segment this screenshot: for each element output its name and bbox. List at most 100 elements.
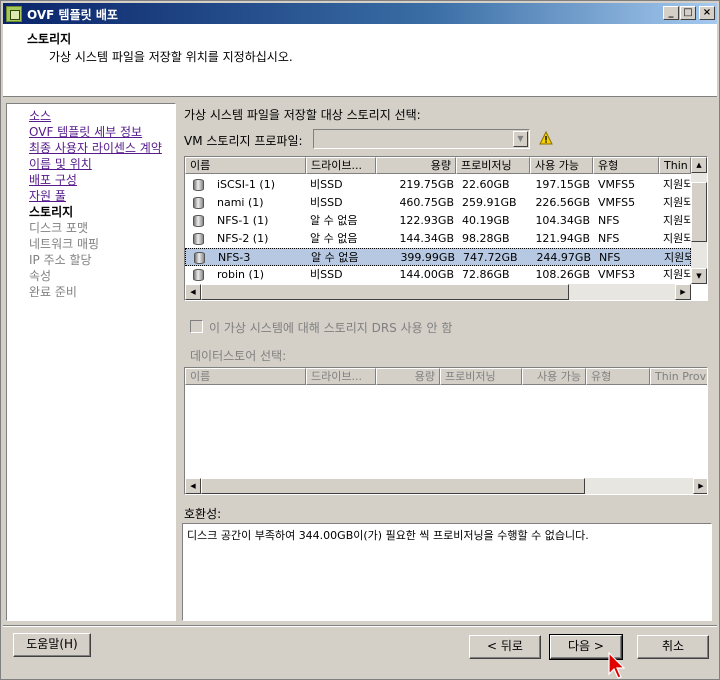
col-header-capacity[interactable]: 용량 (376, 368, 440, 385)
scroll-down-icon[interactable]: ▼ (691, 268, 707, 284)
cell-type: NFS (599, 251, 621, 264)
nav-item-source[interactable]: 소스 (29, 107, 51, 124)
cell-free: 104.34GB (535, 214, 590, 227)
col-header-drive[interactable]: 드라이브... (306, 157, 376, 174)
chevron-down-icon[interactable]: ▼ (513, 131, 528, 147)
scroll-left-icon[interactable]: ◀ (185, 284, 201, 300)
header-panel: 스토리지 가상 시스템 파일을 저장할 위치를 지정하십시오. (3, 24, 717, 97)
cell-provisioned: 72.86GB (462, 268, 510, 281)
table-row[interactable]: NFS-2 (1) 알 수 없음 144.34GB 98.28GB 121.94… (185, 230, 691, 248)
back-button[interactable]: < 뒤로 (469, 635, 541, 659)
cell-type: VMFS5 (598, 178, 636, 191)
disable-sdrs-label: 이 가상 시스템에 대해 스토리지 DRS 사용 안 함 (209, 321, 453, 335)
col-header-free[interactable]: 사용 가능 (522, 368, 586, 385)
footer-divider (3, 625, 717, 627)
cell-drive: 알 수 없음 (311, 251, 359, 264)
storage-table-vscroll[interactable]: ▲ ▼ (691, 157, 707, 284)
nav-item-resource-pool[interactable]: 자원 풀 (29, 187, 66, 204)
cell-drive: 비SSD (310, 178, 343, 191)
compat-label: 호환성: (184, 507, 222, 521)
col-header-provisioned[interactable]: 프로비저닝 (440, 368, 522, 385)
nav-item-properties: 속성 (29, 269, 52, 283)
datastore-table-header: 이름 드라이브... 용량 프로비저닝 사용 가능 유형 Thin Provis (185, 368, 707, 385)
page-subtitle: 가상 시스템 파일을 저장할 위치를 지정하십시오. (49, 50, 293, 64)
cell-type: NFS (598, 214, 620, 227)
disable-sdrs-checkbox[interactable] (190, 320, 203, 333)
scroll-left-icon[interactable]: ◀ (185, 478, 201, 494)
cell-name: NFS-3 (218, 251, 251, 264)
help-button[interactable]: 도움말(H) (13, 633, 91, 657)
cell-thin: 지원되 (663, 214, 691, 227)
col-header-drive[interactable]: 드라이브... (306, 368, 376, 385)
col-header-type[interactable]: 유형 (593, 157, 659, 174)
title-bar[interactable]: OVF 템플릿 배포 _ □ × (3, 3, 717, 24)
datastore-table-hscroll[interactable]: ◀ ▶ (185, 478, 707, 494)
nav-item-name-location[interactable]: 이름 및 위치 (29, 155, 92, 172)
scroll-right-icon[interactable]: ▶ (693, 478, 707, 494)
datastore-icon (194, 252, 205, 264)
nav-item-ovf-details[interactable]: OVF 템플릿 세부 정보 (29, 123, 142, 140)
window-title: OVF 템플릿 배포 (27, 8, 118, 22)
nav-item-disk-format: 디스크 포맷 (29, 221, 89, 235)
cell-free: 226.56GB (535, 196, 590, 209)
nav-item-deploy-config[interactable]: 배포 구성 (29, 171, 77, 188)
datastore-icon (193, 269, 204, 281)
cell-free: 108.26GB (535, 268, 590, 281)
scroll-right-icon[interactable]: ▶ (675, 284, 691, 300)
nav-item-eula[interactable]: 최종 사용자 라이센스 계약 (29, 139, 162, 156)
col-header-free[interactable]: 사용 가능 (530, 157, 593, 174)
close-button[interactable]: × (699, 6, 715, 20)
warning-icon (539, 131, 553, 145)
mouse-cursor-icon (608, 652, 626, 679)
cell-name: NFS-1 (1) (217, 214, 269, 227)
cell-thin: 지원되 (663, 196, 691, 209)
table-row[interactable]: robin (1) 비SSD 144.00GB 72.86GB 108.26GB… (185, 266, 691, 284)
vm-profile-select[interactable]: ▼ (313, 129, 530, 149)
col-header-thin[interactable]: Thin P (659, 157, 691, 174)
table-row[interactable]: NFS-1 (1) 알 수 없음 122.93GB 40.19GB 104.34… (185, 212, 691, 230)
hscroll-thumb[interactable] (201, 478, 585, 494)
cell-thin: 지원되 (664, 251, 692, 264)
cell-free: 121.94GB (535, 232, 590, 245)
cell-type: VMFS3 (598, 268, 636, 281)
cell-thin: 지원되 (663, 232, 691, 245)
wizard-steps-nav: 소스 OVF 템플릿 세부 정보 최종 사용자 라이센스 계약 이름 및 위치 … (6, 103, 176, 621)
cell-type: NFS (598, 232, 620, 245)
cell-capacity: 122.93GB (399, 214, 454, 227)
compat-message: 디스크 공간이 부족하여 344.00GB이(가) 필요한 씩 프로비저닝을 수… (182, 523, 712, 621)
cell-free: 244.97GB (536, 251, 591, 264)
cell-drive: 비SSD (310, 268, 343, 281)
ovf-deploy-window: OVF 템플릿 배포 _ □ × 스토리지 가상 시스템 파일을 저장할 위치를… (0, 0, 720, 680)
cell-thin: 지원되 (663, 178, 691, 191)
scroll-up-icon[interactable]: ▲ (691, 157, 707, 173)
cell-capacity: 144.34GB (399, 232, 454, 245)
minimize-button[interactable]: _ (663, 6, 679, 20)
col-header-provisioned[interactable]: 프로비저닝 (456, 157, 530, 174)
cell-name: robin (1) (217, 268, 265, 281)
datastore-icon (193, 215, 204, 227)
col-header-type[interactable]: 유형 (586, 368, 650, 385)
cell-drive: 알 수 없음 (310, 214, 358, 227)
col-header-capacity[interactable]: 용량 (376, 157, 456, 174)
table-row[interactable]: nami (1) 비SSD 460.75GB 259.91GB 226.56GB… (185, 194, 691, 212)
nav-item-network-mapping: 네트워크 매핑 (29, 237, 100, 251)
page-title: 스토리지 (27, 32, 72, 46)
table-row-selected[interactable]: NFS-3 알 수 없음 399.99GB 747.72GB 244.97GB … (185, 248, 692, 266)
cancel-button[interactable]: 취소 (637, 635, 709, 659)
col-header-name[interactable]: 이름 (185, 368, 306, 385)
cell-drive: 알 수 없음 (310, 232, 358, 245)
datastore-icon (193, 197, 204, 209)
maximize-button[interactable]: □ (680, 6, 696, 20)
col-header-thin[interactable]: Thin Provis (650, 368, 707, 385)
cell-thin: 지원되 (663, 268, 691, 281)
storage-table-hscroll[interactable]: ◀ ▶ (185, 284, 691, 300)
datastore-table[interactable]: 이름 드라이브... 용량 프로비저닝 사용 가능 유형 Thin Provis… (184, 367, 708, 495)
col-header-name[interactable]: 이름 (185, 157, 306, 174)
table-row[interactable]: iSCSI-1 (1) 비SSD 219.75GB 22.60GB 197.15… (185, 176, 691, 194)
cell-provisioned: 22.60GB (462, 178, 510, 191)
datastore-icon (193, 179, 204, 191)
vscroll-thumb[interactable] (691, 182, 707, 242)
storage-table[interactable]: 이름 드라이브... 용량 프로비저닝 사용 가능 유형 Thin P iSCS… (184, 156, 708, 301)
cell-capacity: 460.75GB (399, 196, 454, 209)
hscroll-thumb[interactable] (201, 284, 569, 300)
